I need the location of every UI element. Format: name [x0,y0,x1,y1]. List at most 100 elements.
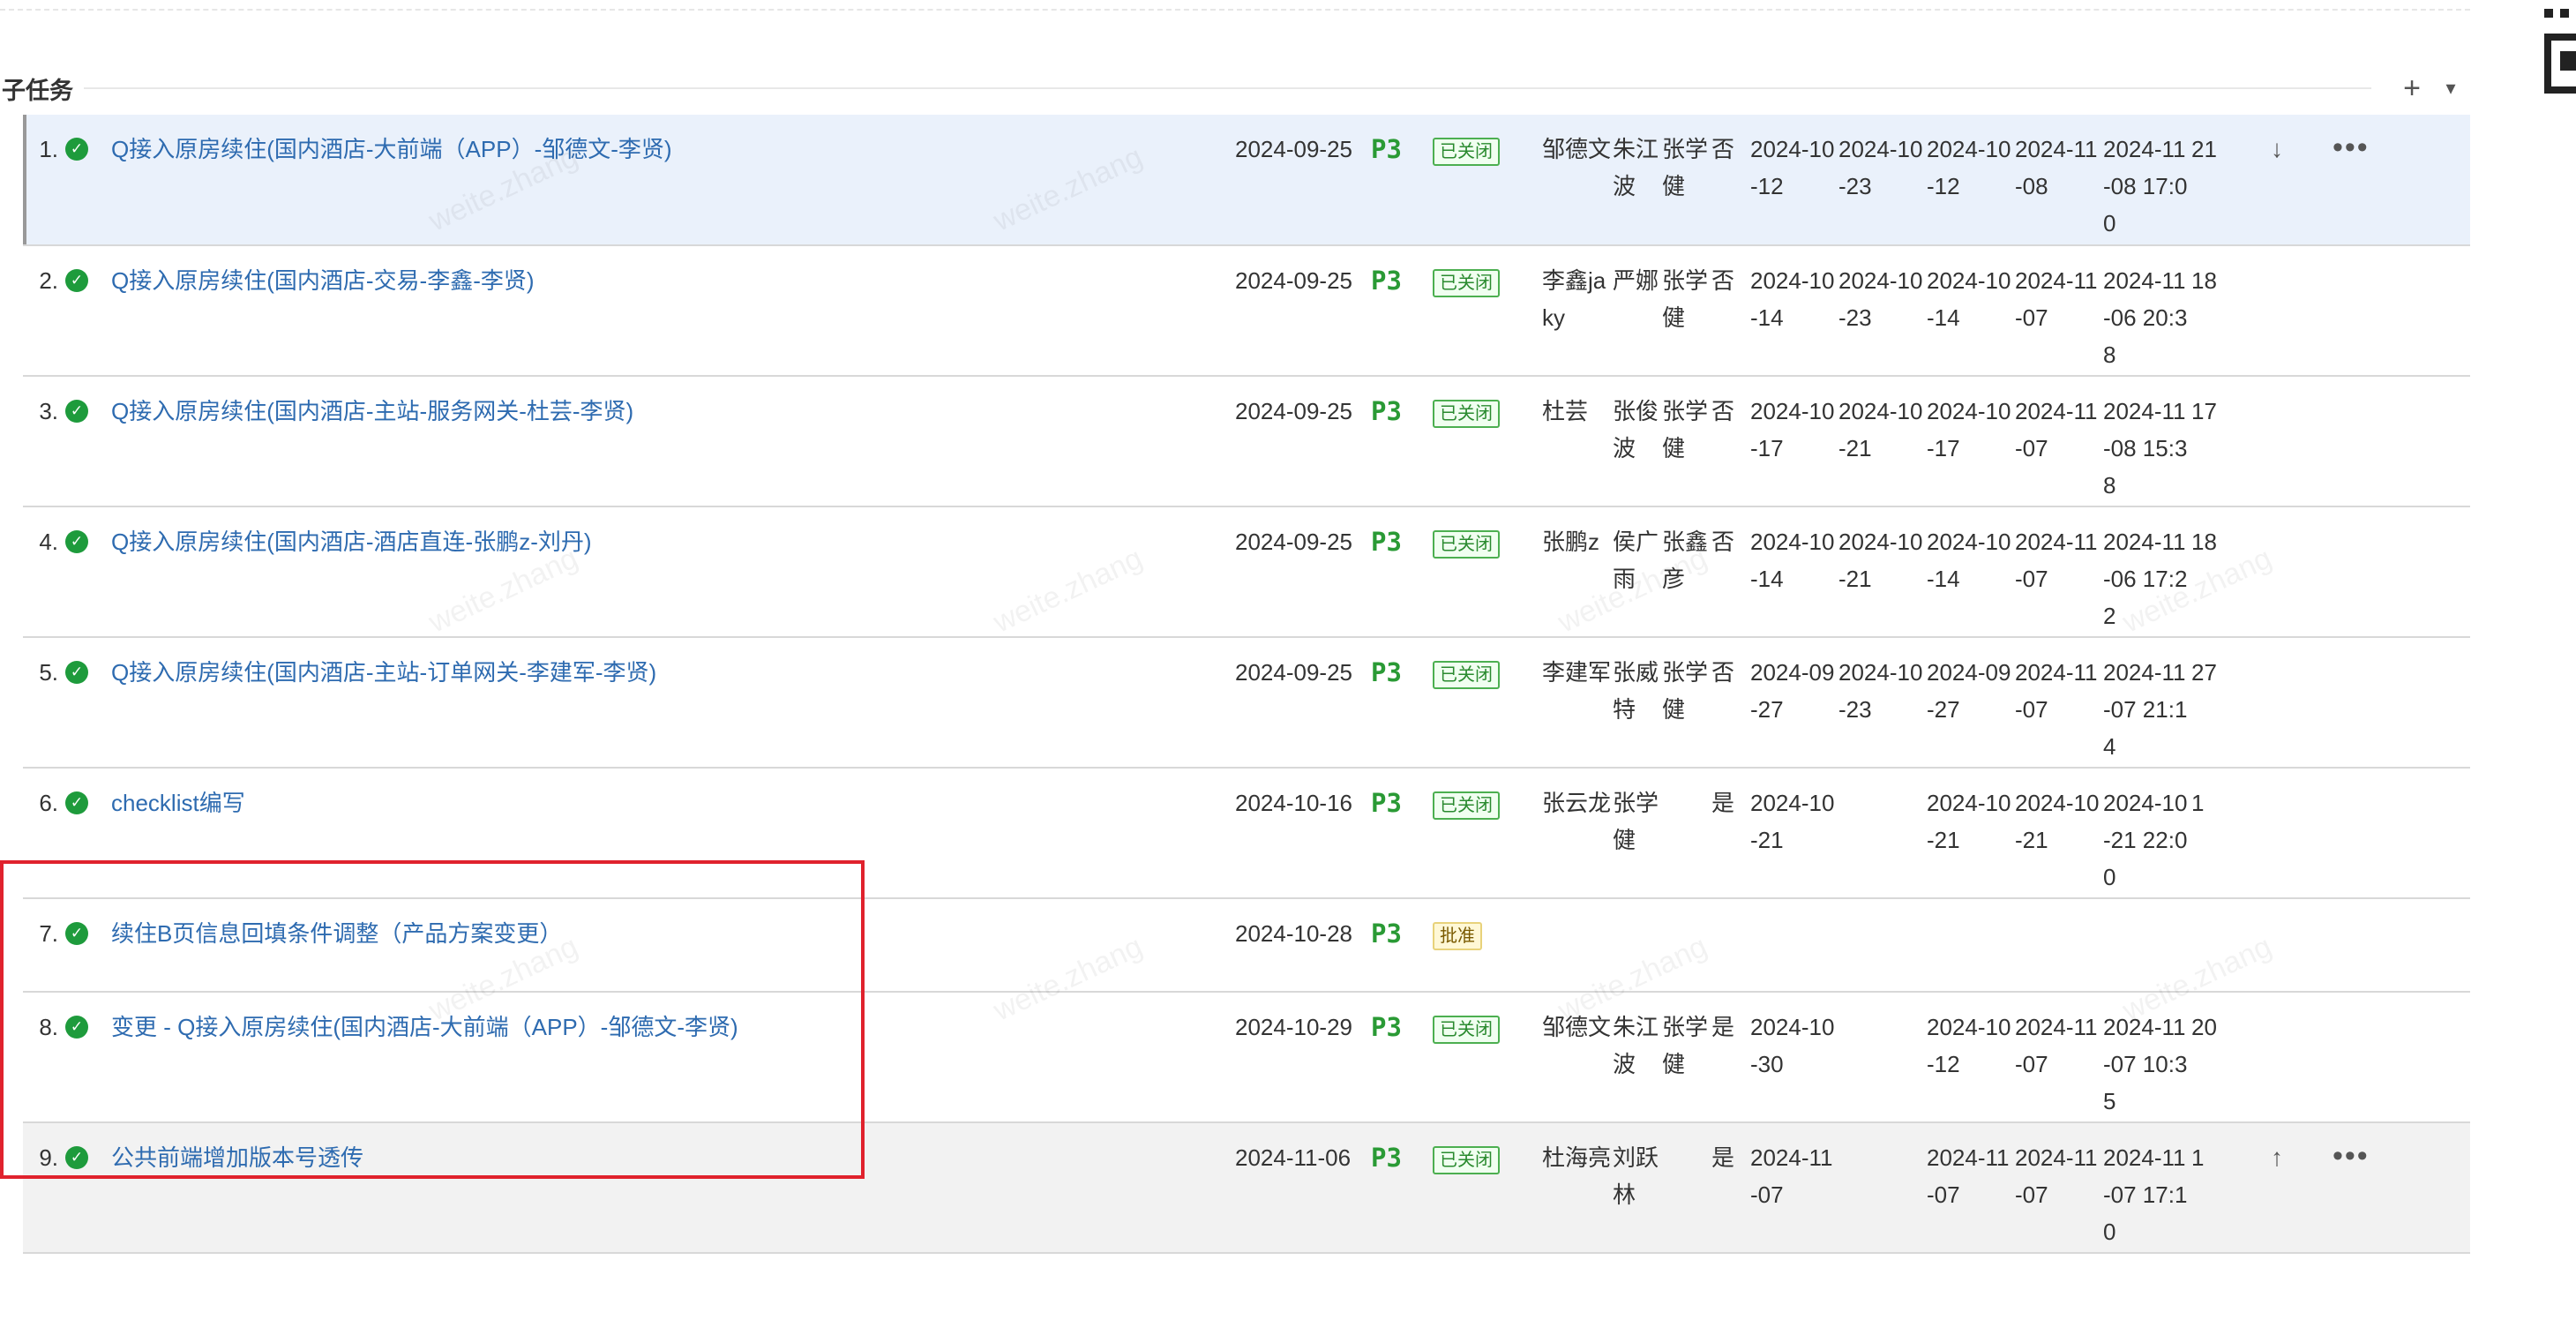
assignee-name: 朱江波 [1613,1014,1659,1077]
header-divider [84,87,2371,89]
task-title-link[interactable]: 公共前端增加版本号透传 [111,1144,363,1171]
assignee-name: 朱江波 [1613,136,1659,199]
date-5: 2024-11-07 17:10 [2103,1144,2188,1245]
table-row[interactable]: 2. ✓ Q接入原房续住(国内酒店-交易-李鑫-李贤) 2024-09-25 P3 已关闭… [23,245,2470,377]
flag-value: 否 [1711,529,1735,555]
table-row[interactable]: 1. ✓ Q接入原房续住(国内酒店-大前端（APP）-邹德文-李贤) 2024-09-… [23,115,2470,246]
task-title-link[interactable]: Q接入原房续住(国内酒店-主站-订单网关-李建军-李贤) [111,659,656,686]
task-title-link[interactable]: 续住B页信息回填条件调整（产品方案变更） [111,920,562,947]
date-2: 2024-10-23 [1838,659,1923,723]
status-badge: 已关闭 [1433,400,1500,428]
owner-name: 李建军 [1542,659,1612,686]
arrow-down-icon[interactable]: ↓ [2271,135,2283,162]
count-value: 27 [2191,659,2217,686]
priority-label: P3 [1371,657,1402,687]
check-circle-icon: ✓ [65,138,88,161]
created-date: 2024-10-28 [1235,920,1352,947]
date-4: 2024-11-07 [2015,1144,2098,1208]
row-index: 8. [39,1014,58,1040]
row-index: 3. [39,398,58,424]
row-index: 5. [39,659,58,686]
task-title-link[interactable]: Q接入原房续住(国内酒店-交易-李鑫-李贤) [111,267,535,294]
task-title-link[interactable]: Q接入原房续住(国内酒店-主站-服务网关-杜芸-李贤) [111,398,633,424]
date-5: 2024-11-06 17:22 [2103,529,2188,629]
created-date: 2024-09-25 [1235,267,1352,294]
flag-value: 是 [1711,1144,1735,1171]
date-3: 2024-10-12 [1927,136,2011,199]
owner-name: 张云龙 [1542,790,1612,816]
owner-name: 邹德文 [1542,1014,1612,1040]
created-date: 2024-10-16 [1235,790,1352,816]
date-3: 2024-10-14 [1927,529,2011,592]
task-title-link[interactable]: Q接入原房续住(国内酒店-大前端（APP）-邹德文-李贤) [111,136,672,162]
table-row[interactable]: 6. ✓ checklist编写 2024-10-16 P3 已关闭 张云龙 张学健 是 2024… [23,768,2470,899]
priority-label: P3 [1371,788,1402,818]
qr-code-icon[interactable] [2541,0,2576,97]
assignee-name: 张威特 [1613,659,1659,723]
priority-label: P3 [1371,396,1402,426]
status-badge: 已关闭 [1433,1016,1500,1044]
created-date: 2024-09-25 [1235,659,1352,686]
more-options-icon[interactable]: ••• [2333,1139,2370,1173]
task-title-link[interactable]: checklist编写 [111,790,245,816]
check-circle-icon: ✓ [65,922,88,945]
date-1: 2024-09-27 [1750,659,1835,723]
owner-name: 杜芸 [1542,398,1589,424]
date-1: 2024-11-07 [1750,1144,1833,1208]
plus-icon[interactable]: + [2393,69,2431,108]
row-index: 9. [39,1144,58,1171]
date-3: 2024-10-14 [1927,267,2011,331]
more-options-icon[interactable]: ••• [2333,131,2370,164]
subtasks-header: 子任务 + ▾ [0,69,2470,108]
check-circle-icon: ✓ [65,400,88,423]
subtask-table: 1. ✓ Q接入原房续住(国内酒店-大前端（APP）-邹德文-李贤) 2024-09-… [23,115,2470,1254]
date-4: 2024-10-21 [2015,790,2100,853]
count-value: 1 [2191,1144,2205,1171]
assignee-name: 侯广雨 [1613,529,1659,592]
count-value: 18 [2191,267,2217,294]
date-5: 2024-11-07 10:35 [2103,1014,2188,1114]
status-badge: 批准 [1433,922,1482,950]
date-4: 2024-11-07 [2015,529,2098,592]
created-date: 2024-10-29 [1235,1014,1352,1040]
priority-label: P3 [1371,266,1402,296]
owner-name: 邹德文 [1542,136,1612,162]
table-row[interactable]: 9. ✓ 公共前端增加版本号透传 2024-11-06 P3 已关闭 杜海亮 刘跃林 是 2024… [23,1122,2470,1254]
date-5: 2024-11-08 15:38 [2103,398,2188,499]
check-circle-icon: ✓ [65,1146,88,1169]
assignee-name: 张学健 [1613,790,1659,853]
date-1: 2024-10-14 [1750,267,1835,331]
table-row[interactable]: 8. ✓ 变更 - Q接入原房续住(国内酒店-大前端（APP）-邹德文-李贤) 202… [23,992,2470,1123]
assignee-name: 刘跃林 [1613,1144,1659,1208]
priority-label: P3 [1371,919,1402,949]
created-date: 2024-09-25 [1235,529,1352,555]
tester-name: 张鑫彦 [1662,529,1709,592]
count-value: 18 [2191,529,2217,555]
priority-label: P3 [1371,1012,1402,1042]
table-row[interactable]: 4. ✓ Q接入原房续住(国内酒店-酒店直连-张鹏z-刘丹) 2024-09-25 P3… [23,506,2470,638]
task-title-link[interactable]: Q接入原房续住(国内酒店-酒店直连-张鹏z-刘丹) [111,529,592,555]
status-badge: 已关闭 [1433,530,1500,559]
date-3: 2024-09-27 [1927,659,2011,723]
owner-name: 杜海亮 [1542,1144,1612,1171]
date-2: 2024-10-23 [1838,136,1923,199]
status-badge: 已关闭 [1433,269,1500,297]
priority-label: P3 [1371,527,1402,557]
table-row[interactable]: 7. ✓ 续住B页信息回填条件调整（产品方案变更） 2024-10-28 P3 批准 [23,898,2470,993]
check-circle-icon: ✓ [65,530,88,553]
table-row[interactable]: 5. ✓ Q接入原房续住(国内酒店-主站-订单网关-李建军-李贤) 2024-09-2… [23,637,2470,769]
check-circle-icon: ✓ [65,269,88,292]
chevron-down-icon[interactable]: ▾ [2431,69,2470,108]
arrow-up-icon[interactable]: ↑ [2271,1144,2283,1171]
priority-label: P3 [1371,1143,1402,1173]
assignee-name: 严娜 [1613,267,1659,294]
table-row[interactable]: 3. ✓ Q接入原房续住(国内酒店-主站-服务网关-杜芸-李贤) 2024-09-25… [23,376,2470,507]
date-3: 2024-10-21 [1927,790,2011,853]
check-circle-icon: ✓ [65,791,88,814]
flag-value: 是 [1711,1014,1735,1040]
date-2: 2024-10-21 [1838,398,1923,461]
created-date: 2024-11-06 [1235,1144,1352,1171]
date-3: 2024-11-07 [1927,1144,2010,1208]
flag-value: 否 [1711,267,1735,294]
task-title-link[interactable]: 变更 - Q接入原房续住(国内酒店-大前端（APP）-邹德文-李贤) [111,1014,738,1040]
